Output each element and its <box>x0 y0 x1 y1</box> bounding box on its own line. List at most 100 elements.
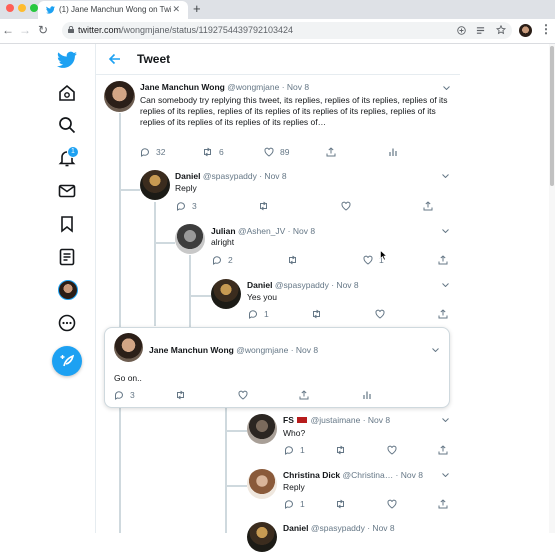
chevron-down-icon[interactable] <box>442 174 449 178</box>
author-name[interactable]: Daniel <box>283 523 309 533</box>
notifications-nav[interactable]: 1 <box>57 146 79 168</box>
minimize-window-button[interactable] <box>18 4 26 12</box>
like-button[interactable] <box>375 309 391 319</box>
add-icon[interactable] <box>457 26 466 35</box>
retweet-icon <box>177 390 184 400</box>
avatar[interactable] <box>247 469 277 499</box>
reply-button[interactable]: 1 <box>248 309 269 319</box>
notification-badge: 1 <box>67 146 79 158</box>
address-bar[interactable]: twitter.com/wongmjane/status/11927544397… <box>62 22 512 39</box>
reply-button[interactable]: 3 <box>176 201 197 211</box>
compose-tweet-button[interactable] <box>52 346 82 376</box>
share-button[interactable] <box>299 390 315 400</box>
like-button[interactable] <box>238 390 254 400</box>
chevron-down-icon[interactable] <box>443 86 450 90</box>
avatar[interactable] <box>140 170 170 200</box>
avatar[interactable] <box>247 414 277 444</box>
tweet-text: Reply <box>175 183 197 193</box>
retweet-icon <box>260 201 267 211</box>
like-button[interactable] <box>387 445 403 455</box>
chevron-down-icon[interactable] <box>442 229 449 233</box>
reply-icon <box>285 500 293 509</box>
explore-search-icon[interactable] <box>57 115 77 135</box>
menu-dots-icon[interactable]: ⋮ <box>540 22 552 36</box>
author-name[interactable]: Jane Manchun Wong <box>140 82 225 92</box>
more-menu-icon[interactable] <box>57 313 77 333</box>
reply-button[interactable]: 1 <box>284 499 305 509</box>
heart-icon <box>387 499 397 509</box>
bookmark-star-icon[interactable] <box>496 25 506 35</box>
focused-tweet-card[interactable] <box>104 327 450 408</box>
avatar[interactable] <box>247 522 277 552</box>
share-icon <box>326 147 336 157</box>
browser-tab[interactable]: (1) Jane Manchun Wong on Twi… ✕ <box>38 1 188 19</box>
close-tab-icon[interactable]: ✕ <box>172 4 180 15</box>
analytics-button[interactable] <box>388 147 404 157</box>
back-arrow-icon[interactable]: ← <box>2 23 14 37</box>
close-window-button[interactable] <box>6 4 14 12</box>
chevron-down-icon[interactable] <box>442 283 449 287</box>
chevron-down-icon[interactable] <box>442 418 449 422</box>
twitter-logo-icon[interactable] <box>57 50 77 70</box>
retweet-button[interactable]: 6 <box>202 147 224 157</box>
like-button[interactable] <box>341 201 357 211</box>
author-name[interactable]: FS <box>283 415 294 425</box>
share-button[interactable] <box>438 309 454 319</box>
heart-icon <box>387 445 397 455</box>
retweet-button[interactable] <box>258 201 275 211</box>
share-button[interactable] <box>423 201 439 211</box>
retweet-icon <box>204 147 211 157</box>
lists-icon[interactable] <box>57 247 77 267</box>
analytics-button[interactable] <box>362 390 378 400</box>
like-button[interactable] <box>387 499 403 509</box>
chevron-down-icon[interactable] <box>442 473 449 477</box>
like-button[interactable]: 89 <box>264 147 289 157</box>
scrollbar-thumb[interactable] <box>550 46 554 186</box>
tweet-text: Reply <box>283 482 305 492</box>
reply-icon <box>177 202 185 211</box>
new-tab-button[interactable]: + <box>193 1 201 16</box>
author-name[interactable]: Daniel <box>247 280 273 290</box>
avatar[interactable] <box>114 333 143 362</box>
bookmarks-icon[interactable] <box>57 214 77 234</box>
profile-nav-avatar[interactable] <box>58 280 78 300</box>
author-handle: @spasypaddy · Nov 8 <box>202 171 287 181</box>
reading-list-icon[interactable] <box>476 26 485 35</box>
thread-branch <box>154 242 175 244</box>
reply-button[interactable]: 2 <box>212 255 233 265</box>
share-button[interactable] <box>326 147 342 157</box>
thread-line <box>189 255 191 327</box>
reply-button[interactable]: 3 <box>114 390 135 400</box>
retweet-button[interactable] <box>311 309 328 319</box>
author-name[interactable]: Daniel <box>175 171 201 181</box>
retweet-button[interactable] <box>175 390 192 400</box>
home-icon[interactable] <box>57 83 77 103</box>
page-scrollbar[interactable] <box>549 44 555 533</box>
browser-toolbar: ← → ↻ twitter.com/wongmjane/status/11927… <box>0 19 555 44</box>
author-name[interactable]: Christina Dick <box>283 470 340 480</box>
zoom-window-button[interactable] <box>30 4 38 12</box>
reply-button[interactable]: 32 <box>140 147 165 157</box>
share-button[interactable] <box>438 445 454 455</box>
reload-icon[interactable]: ↻ <box>38 23 48 37</box>
profile-avatar[interactable] <box>519 24 532 37</box>
reply-button[interactable]: 1 <box>284 445 305 455</box>
author-name[interactable]: Jane Manchun Wong <box>149 345 234 355</box>
avatar[interactable] <box>104 81 135 112</box>
forward-arrow-icon[interactable]: → <box>19 23 31 37</box>
chevron-down-icon[interactable] <box>432 348 439 352</box>
retweet-button[interactable] <box>335 445 352 455</box>
avatar[interactable] <box>175 224 205 254</box>
retweet-button[interactable] <box>287 255 304 265</box>
back-arrow-icon[interactable] <box>108 53 121 65</box>
avatar[interactable] <box>211 279 241 309</box>
author-handle: @Ashen_JV · Nov 8 <box>237 226 316 236</box>
tweet-text: Can somebody try replying this tweet, it… <box>140 95 448 127</box>
author-name[interactable]: Julian <box>211 226 236 236</box>
reply-count: 3 <box>130 390 135 400</box>
share-button[interactable] <box>438 255 454 265</box>
messages-mail-icon[interactable] <box>57 181 77 201</box>
retweet-button[interactable] <box>335 499 352 509</box>
lock-icon <box>68 26 74 33</box>
share-button[interactable] <box>438 499 454 509</box>
